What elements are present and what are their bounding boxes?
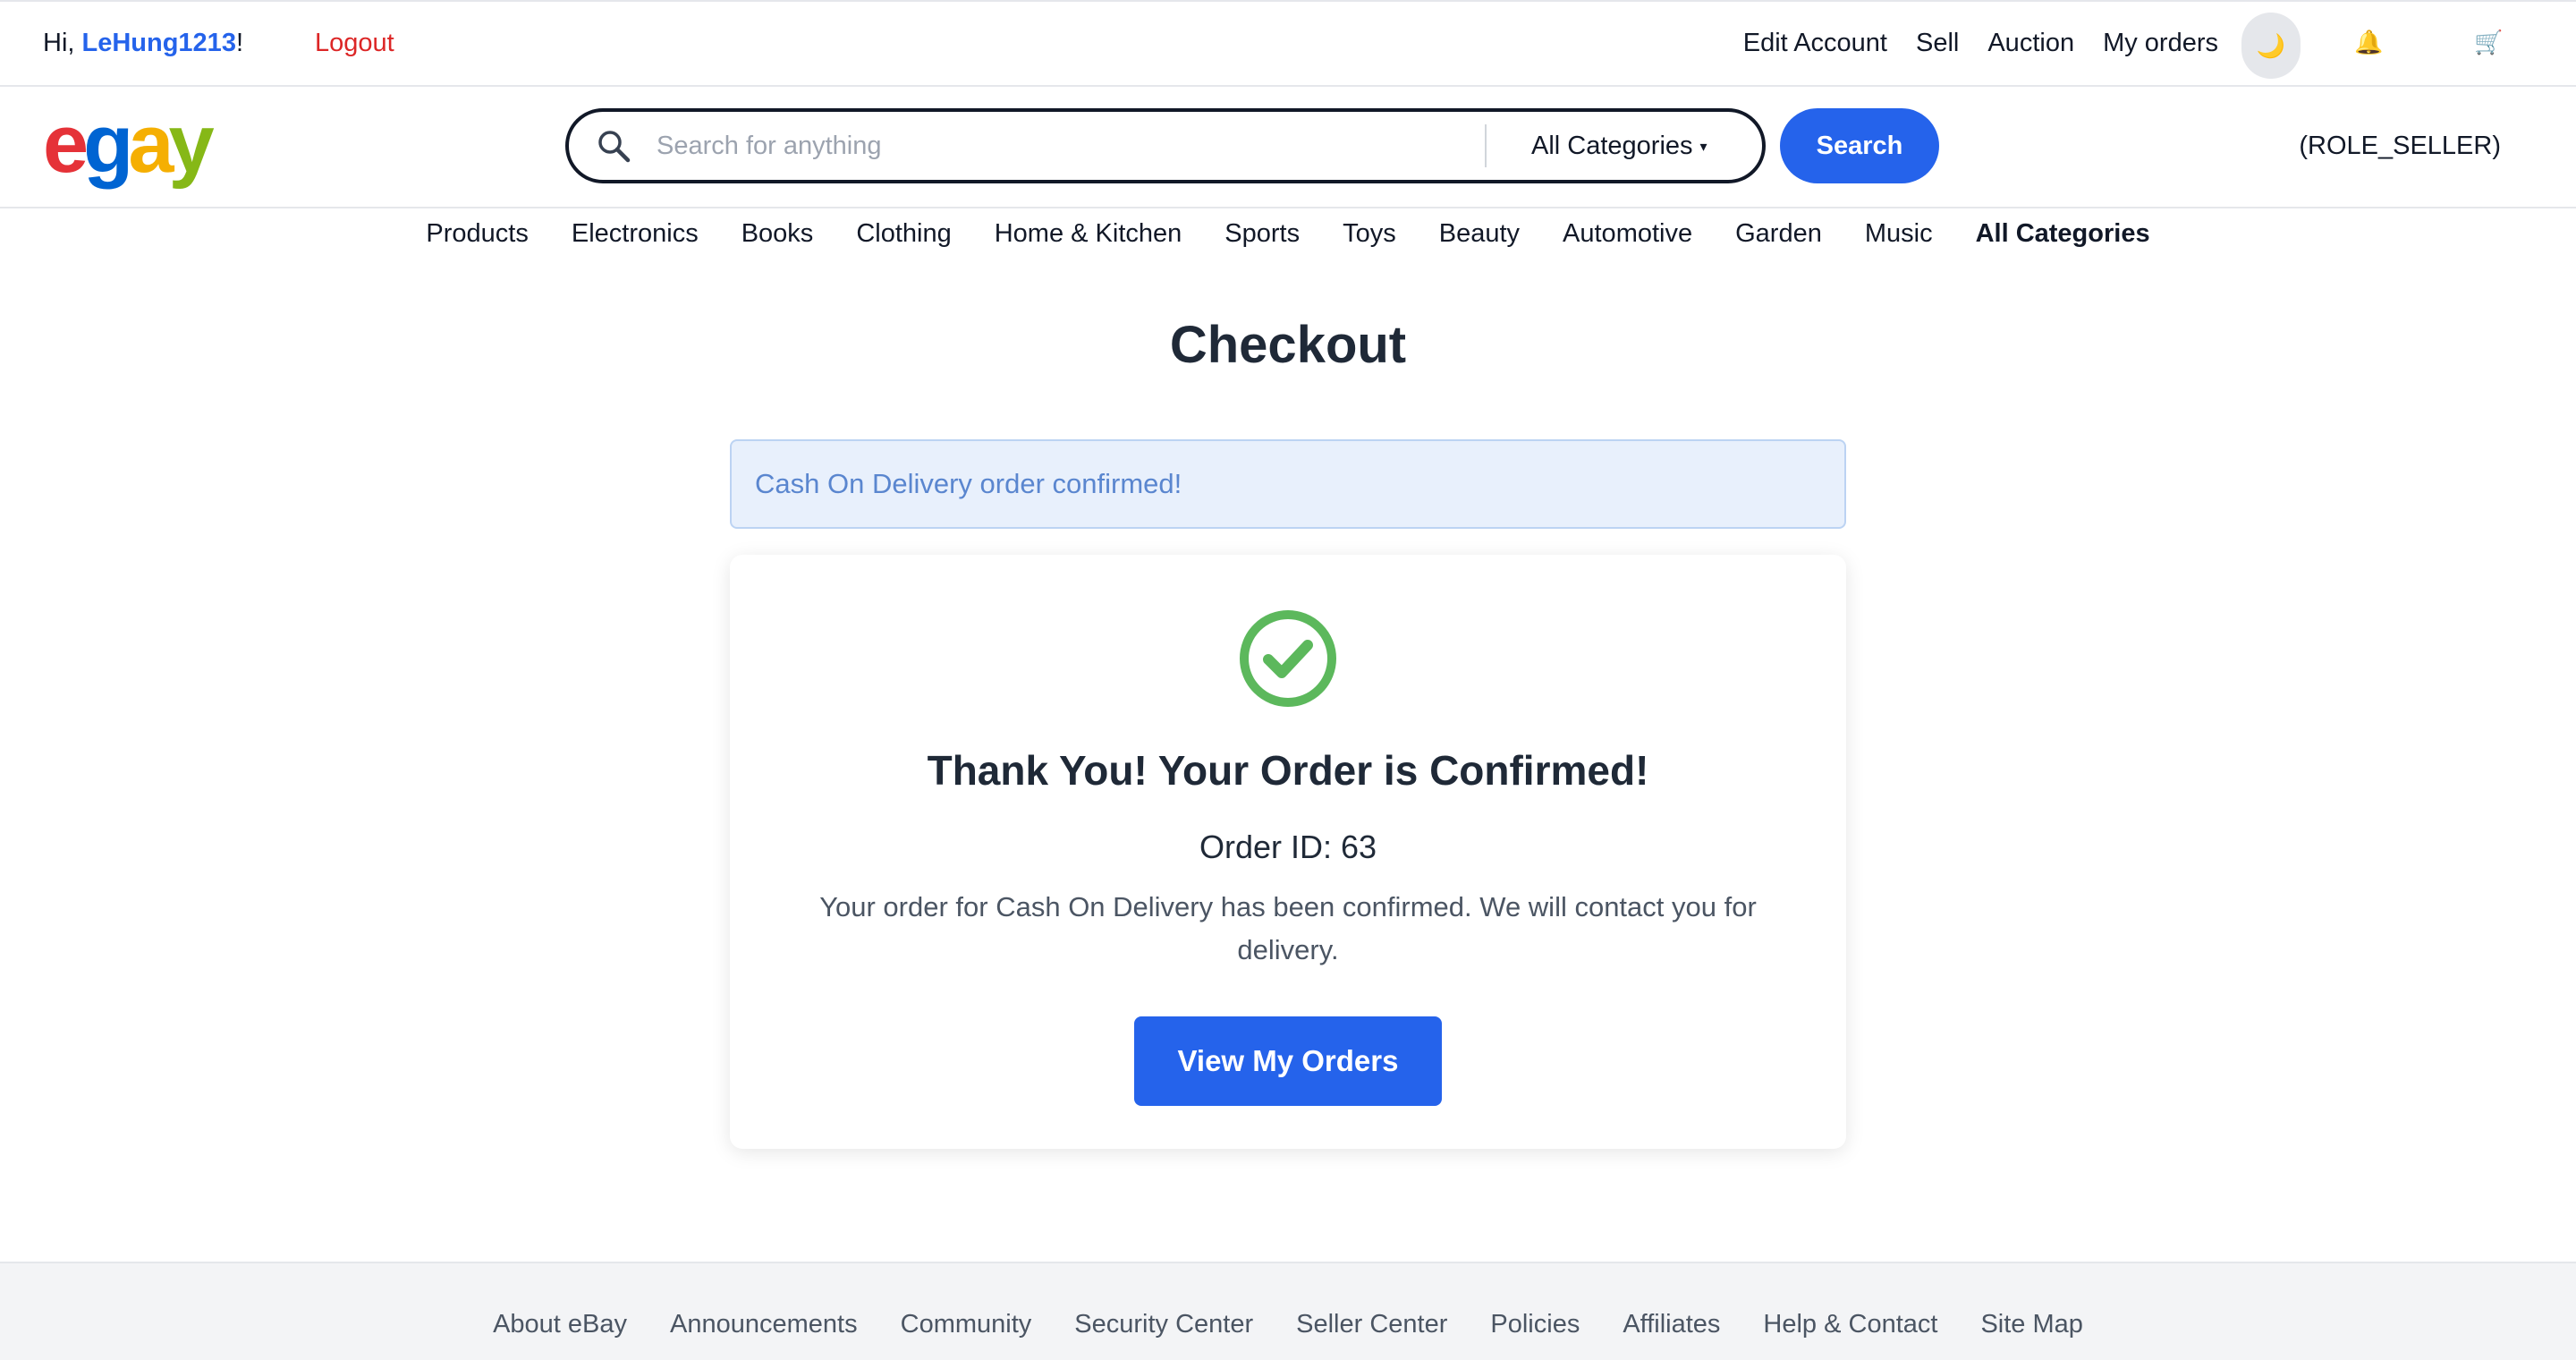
logo-letter: y bbox=[168, 98, 215, 190]
check-circle-icon bbox=[1240, 610, 1336, 707]
logo-letter: g bbox=[83, 98, 133, 190]
category-dropdown-label: All Categories bbox=[1531, 131, 1693, 160]
footer: About eBay Announcements Community Secur… bbox=[0, 1262, 2576, 1360]
footer-link-about[interactable]: About eBay bbox=[493, 1310, 627, 1339]
nav-item-home-kitchen[interactable]: Home & Kitchen bbox=[995, 219, 1182, 264]
footer-link-help-contact[interactable]: Help & Contact bbox=[1763, 1310, 1937, 1339]
cart-icon[interactable]: 🛒 bbox=[2474, 29, 2503, 56]
footer-link-site-map[interactable]: Site Map bbox=[1980, 1310, 2082, 1339]
footer-link-security-center[interactable]: Security Center bbox=[1074, 1310, 1253, 1339]
nav-item-products[interactable]: Products bbox=[426, 219, 528, 264]
greeting-suffix: ! bbox=[235, 29, 244, 57]
search-input[interactable] bbox=[657, 131, 1479, 161]
order-id: Order ID: 63 bbox=[1199, 829, 1377, 865]
footer-link-affiliates[interactable]: Affiliates bbox=[1623, 1310, 1720, 1339]
search-icon bbox=[598, 131, 631, 163]
footer-link-policies[interactable]: Policies bbox=[1490, 1310, 1580, 1339]
moon-icon: 🌙 bbox=[2256, 31, 2286, 59]
greeting: Hi, LeHung1213! bbox=[43, 29, 243, 58]
view-my-orders-button[interactable]: View My Orders bbox=[1134, 1016, 1442, 1106]
category-nav: Products Electronics Books Clothing Home… bbox=[0, 219, 2576, 264]
confirmation-message: Your order for Cash On Delivery has been… bbox=[819, 891, 1757, 965]
egay-logo[interactable]: egay bbox=[43, 98, 215, 190]
category-dropdown[interactable]: All Categories ▾ bbox=[1531, 132, 1707, 161]
search-bar: All Categories ▾ bbox=[565, 108, 1766, 183]
theme-toggle-button[interactable]: 🌙 bbox=[2241, 13, 2301, 79]
confirmation-card: Thank You! Your Order is Confirmed! Orde… bbox=[730, 555, 1846, 1149]
nav-item-automotive[interactable]: Automotive bbox=[1563, 219, 1692, 264]
nav-item-beauty[interactable]: Beauty bbox=[1439, 219, 1520, 264]
logo-letter: a bbox=[128, 98, 174, 190]
confirmation-heading: Thank You! Your Order is Confirmed! bbox=[927, 747, 1649, 794]
my-orders-link[interactable]: My orders bbox=[2103, 29, 2218, 58]
nav-item-all-categories[interactable]: All Categories bbox=[1976, 219, 2150, 264]
edit-account-link[interactable]: Edit Account bbox=[1743, 29, 1887, 58]
page-title: Checkout bbox=[1169, 316, 1407, 374]
footer-link-announcements[interactable]: Announcements bbox=[670, 1310, 858, 1339]
header: egay All Categories ▾ Search (ROLE_SELLER… bbox=[0, 87, 2576, 208]
nav-item-toys[interactable]: Toys bbox=[1343, 219, 1396, 264]
nav-item-books[interactable]: Books bbox=[741, 219, 814, 264]
auction-link[interactable]: Auction bbox=[1987, 29, 2074, 58]
footer-link-seller-center[interactable]: Seller Center bbox=[1296, 1310, 1447, 1339]
search-button[interactable]: Search bbox=[1780, 108, 1939, 183]
nav-item-electronics[interactable]: Electronics bbox=[572, 219, 699, 264]
search-divider bbox=[1485, 124, 1487, 167]
nav-item-clothing[interactable]: Clothing bbox=[856, 219, 951, 264]
footer-links: About eBay Announcements Community Secur… bbox=[0, 1310, 2576, 1339]
logo-letter: e bbox=[43, 98, 89, 190]
nav-item-music[interactable]: Music bbox=[1865, 219, 1933, 264]
sell-link[interactable]: Sell bbox=[1916, 29, 1959, 58]
logout-link[interactable]: Logout bbox=[315, 29, 394, 58]
username[interactable]: LeHung1213 bbox=[82, 29, 236, 57]
bell-icon[interactable]: 🔔 bbox=[2354, 29, 2383, 56]
greeting-prefix: Hi, bbox=[43, 29, 82, 57]
chevron-down-icon: ▾ bbox=[1699, 139, 1707, 155]
nav-item-garden[interactable]: Garden bbox=[1735, 219, 1822, 264]
top-bar: Hi, LeHung1213! Logout Edit Account Sell… bbox=[0, 0, 2576, 87]
user-role: (ROLE_SELLER) bbox=[2299, 132, 2501, 160]
footer-link-community[interactable]: Community bbox=[901, 1310, 1032, 1339]
nav-item-sports[interactable]: Sports bbox=[1224, 219, 1300, 264]
account-links: Edit Account Sell Auction My orders bbox=[1743, 29, 2218, 58]
success-alert: Cash On Delivery order confirmed! bbox=[730, 439, 1846, 529]
